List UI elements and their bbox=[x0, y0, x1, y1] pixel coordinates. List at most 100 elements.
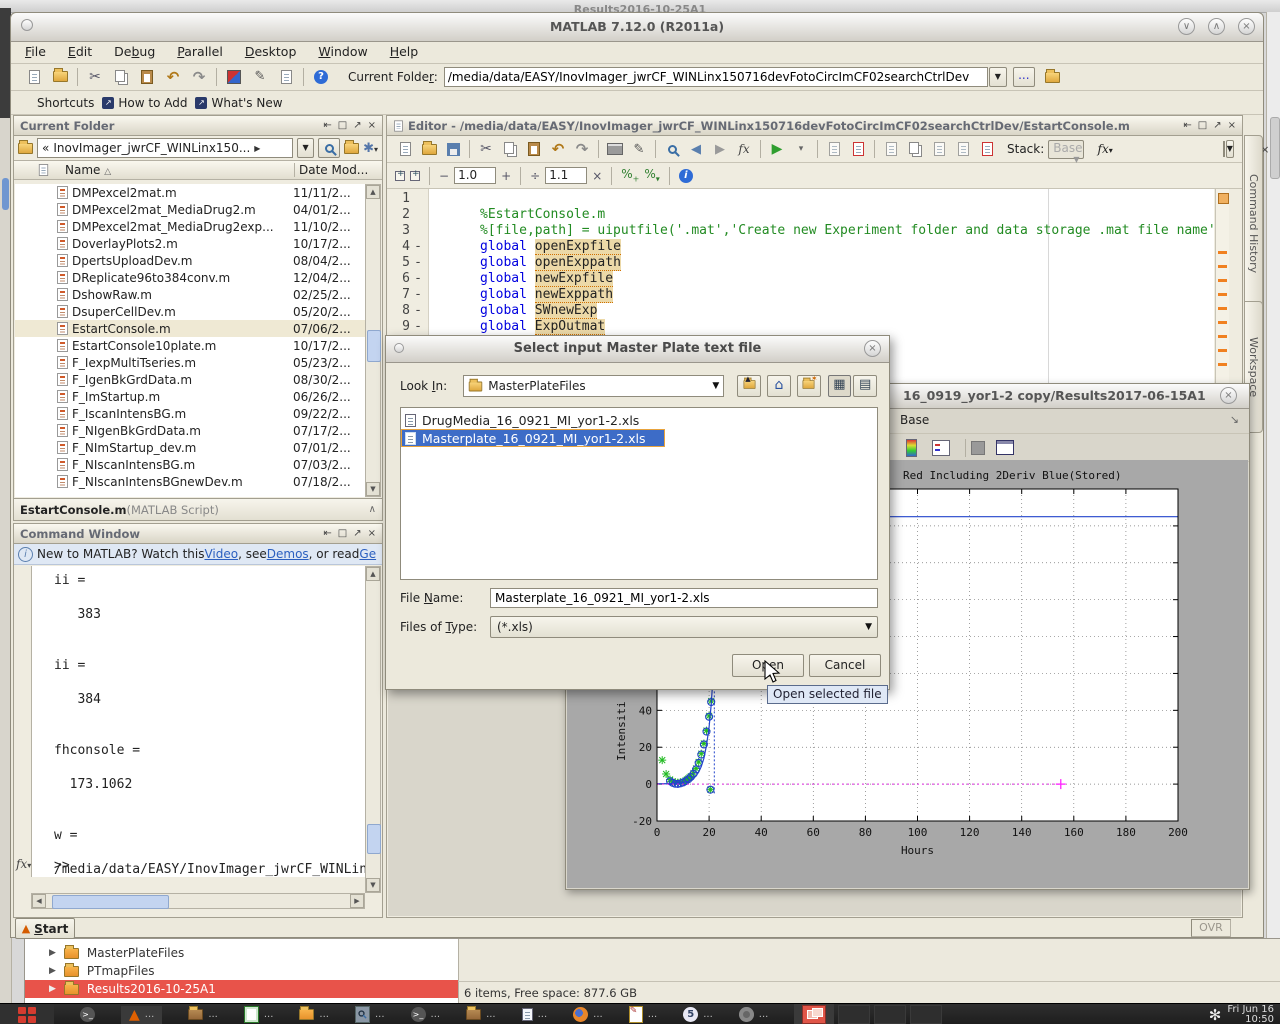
file-name-input[interactable] bbox=[490, 588, 878, 608]
files-of-type-combobox[interactable]: (*.xls) ▼ bbox=[490, 616, 878, 638]
file-row[interactable]: EstartConsole.m07/06/2... bbox=[15, 320, 365, 337]
tree-item[interactable]: ▶MasterPlateFiles bbox=[25, 944, 458, 962]
list-view-button[interactable]: ▤ bbox=[853, 375, 877, 397]
maximize-panel-icon[interactable]: □ bbox=[338, 120, 347, 131]
paste-icon[interactable] bbox=[524, 138, 544, 160]
grid-view-button[interactable]: ▦ bbox=[828, 375, 852, 397]
file-row[interactable]: DshowRaw.m02/25/2... bbox=[15, 286, 365, 303]
scroll-right-arrow[interactable]: ▶ bbox=[350, 894, 364, 908]
getting-started-link[interactable]: Ge bbox=[359, 547, 376, 561]
stack-dropdown[interactable]: Base▼ bbox=[1048, 140, 1083, 159]
redo-icon[interactable]: ↷ bbox=[572, 138, 592, 160]
taskbar-item-active-icon[interactable] bbox=[794, 1004, 834, 1024]
help-icon[interactable]: ? bbox=[311, 66, 331, 88]
back-icon[interactable]: ◀ bbox=[686, 138, 706, 160]
code-line[interactable]: 7-global newExppath bbox=[388, 287, 1214, 303]
profiler-icon[interactable] bbox=[276, 66, 296, 88]
current-folder-scrollbar[interactable]: ▲ ▼ bbox=[365, 184, 381, 497]
background-left-scroll-thumb[interactable] bbox=[2, 178, 9, 210]
forward-icon[interactable]: ▶ bbox=[710, 138, 730, 160]
scroll-left-arrow[interactable]: ◀ bbox=[32, 894, 46, 908]
scrollbar-thumb[interactable] bbox=[367, 330, 381, 362]
start-button[interactable]: ▲ Start bbox=[15, 918, 75, 939]
address-field[interactable]: « InovImager_jwrCF_WINLinx150... ▶ bbox=[37, 138, 293, 158]
shortcut-how-to-add[interactable]: ↗How to Add bbox=[102, 96, 187, 110]
scroll-up-arrow[interactable]: ▲ bbox=[366, 185, 380, 199]
new-file-icon[interactable] bbox=[395, 138, 415, 160]
code-line[interactable]: 1 bbox=[388, 191, 1214, 207]
menu-parallel[interactable]: Parallel bbox=[177, 44, 223, 59]
new-folder-icon[interactable] bbox=[344, 143, 359, 154]
combo-dropdown-arrow[interactable]: ▼ bbox=[865, 617, 872, 637]
new-cell-icon[interactable] bbox=[395, 171, 405, 181]
figure-menu-fragment[interactable]: Base bbox=[900, 413, 929, 427]
dialog-titlebar[interactable]: Select input Master Plate text file × bbox=[386, 336, 889, 363]
code-line[interactable]: 5-global openExppath bbox=[388, 255, 1214, 271]
open-file-icon[interactable] bbox=[419, 138, 439, 160]
menu-desktop[interactable]: Desktop bbox=[245, 44, 297, 59]
maximize-panel-icon[interactable]: □ bbox=[1198, 120, 1207, 131]
address-text[interactable]: InovImager_jwrCF_WINLinx150... bbox=[53, 141, 250, 155]
maximize-button[interactable]: ∧ bbox=[1208, 18, 1225, 35]
find-icon[interactable] bbox=[662, 138, 682, 160]
console-output-area[interactable]: ii = 383ii = 384fhconsole = 173.1062w =/… bbox=[31, 566, 365, 877]
file-row[interactable]: F_NIscanIntensBGnewDev.m07/18/2... bbox=[15, 473, 365, 490]
continue-icon[interactable] bbox=[953, 138, 973, 160]
file-row[interactable]: DMPexcel2mat.m11/11/2... bbox=[15, 184, 365, 201]
file-row[interactable]: F_IexpMultiTseries.m05/23/2... bbox=[15, 354, 365, 371]
step-out-icon[interactable] bbox=[929, 138, 949, 160]
taskbar-item-document-icon[interactable]: ... bbox=[522, 1008, 548, 1021]
file-row[interactable]: F_NIgenBkGrdData.m07/17/2... bbox=[15, 422, 365, 439]
undock-icon[interactable]: ↗ bbox=[353, 528, 361, 539]
matlab-titlebar[interactable]: MATLAB 7.12.0 (R2011a) ∨ ∧ × bbox=[11, 13, 1263, 42]
close-panel-icon[interactable]: × bbox=[368, 120, 376, 131]
command-prompt[interactable]: >> bbox=[54, 858, 70, 873]
address-expand-icon[interactable]: ▶ bbox=[254, 144, 260, 153]
cell-value-2[interactable]: 1.1 bbox=[545, 167, 587, 184]
file-row[interactable]: F_NImStartup_dev.m07/01/2... bbox=[15, 439, 365, 456]
file-row[interactable]: DMPexcel2mat_MediaDrug2.m04/01/2... bbox=[15, 201, 365, 218]
taskbar-item-folder2-icon[interactable]: ... bbox=[299, 1009, 329, 1020]
step-in-icon[interactable] bbox=[905, 138, 925, 160]
colorbar-icon[interactable] bbox=[906, 439, 917, 457]
taskbar-item-firefox-icon[interactable]: ... bbox=[573, 1007, 603, 1022]
address-dropdown-button[interactable]: ▼ bbox=[297, 138, 314, 158]
close-panel-icon[interactable]: × bbox=[1228, 120, 1236, 131]
name-column-header[interactable]: Name △ bbox=[65, 163, 294, 177]
cut-icon[interactable]: ✂ bbox=[476, 138, 496, 160]
file-row[interactable]: DsuperCellDev.m05/20/2... bbox=[15, 303, 365, 320]
scroll-down-arrow[interactable]: ▼ bbox=[366, 482, 380, 496]
code-line[interactable]: 4-global openExpfile bbox=[388, 239, 1214, 255]
figure-dock-icon[interactable]: ↘ bbox=[1230, 413, 1239, 426]
scrollbar-thumb[interactable] bbox=[367, 824, 381, 854]
mlint-warning-mark[interactable] bbox=[1218, 293, 1227, 296]
taskbar-item-matlab-icon[interactable]: ▲... bbox=[121, 1006, 162, 1024]
file-row[interactable]: F_IscanIntensBG.m09/22/2... bbox=[15, 405, 365, 422]
collapse-details-icon[interactable]: ∧ bbox=[369, 504, 376, 515]
dialog-close-button[interactable]: × bbox=[864, 340, 881, 357]
browse-folder-button[interactable]: ... bbox=[1013, 67, 1035, 87]
tree-item[interactable]: ▶PTmapFiles bbox=[25, 962, 458, 980]
mlint-warning-mark[interactable] bbox=[1218, 279, 1227, 282]
shortcut-what-s-new[interactable]: ↗What's New bbox=[195, 96, 282, 110]
up-one-level-button[interactable]: ▲ bbox=[737, 375, 761, 397]
taskbar-item-writer-icon[interactable]: ✎... bbox=[629, 1006, 658, 1023]
step-icon[interactable] bbox=[881, 138, 901, 160]
mlint-warning-mark[interactable] bbox=[1218, 363, 1227, 366]
file-row[interactable]: DReplicate96to384conv.m12/04/2... bbox=[15, 269, 365, 286]
mlint-warning-mark[interactable] bbox=[1218, 349, 1227, 352]
cut-icon[interactable]: ✂ bbox=[85, 66, 105, 88]
tree-item[interactable]: ▶Results2016-10-25A1 bbox=[25, 980, 458, 998]
simulink-icon[interactable] bbox=[224, 66, 244, 88]
increase-value-button[interactable]: + bbox=[501, 169, 511, 183]
expand-arrow-icon[interactable]: ▶ bbox=[49, 966, 56, 976]
scrollbar-thumb[interactable] bbox=[52, 895, 169, 909]
up-folder-icon[interactable] bbox=[1045, 72, 1060, 83]
code-line[interactable]: 8-global SWnewExp bbox=[388, 303, 1214, 319]
file-row[interactable]: EstartConsole10plate.m10/17/2... bbox=[15, 337, 365, 354]
mlint-warning-mark[interactable] bbox=[1218, 321, 1227, 324]
file-row[interactable]: DoverlayPlots2.m10/17/2... bbox=[15, 235, 365, 252]
file-row[interactable]: F_IgenBkGrdData.m08/30/2... bbox=[15, 371, 365, 388]
menu-file[interactable]: File bbox=[25, 44, 46, 59]
code-line[interactable]: 6-global newExpfile bbox=[388, 271, 1214, 287]
